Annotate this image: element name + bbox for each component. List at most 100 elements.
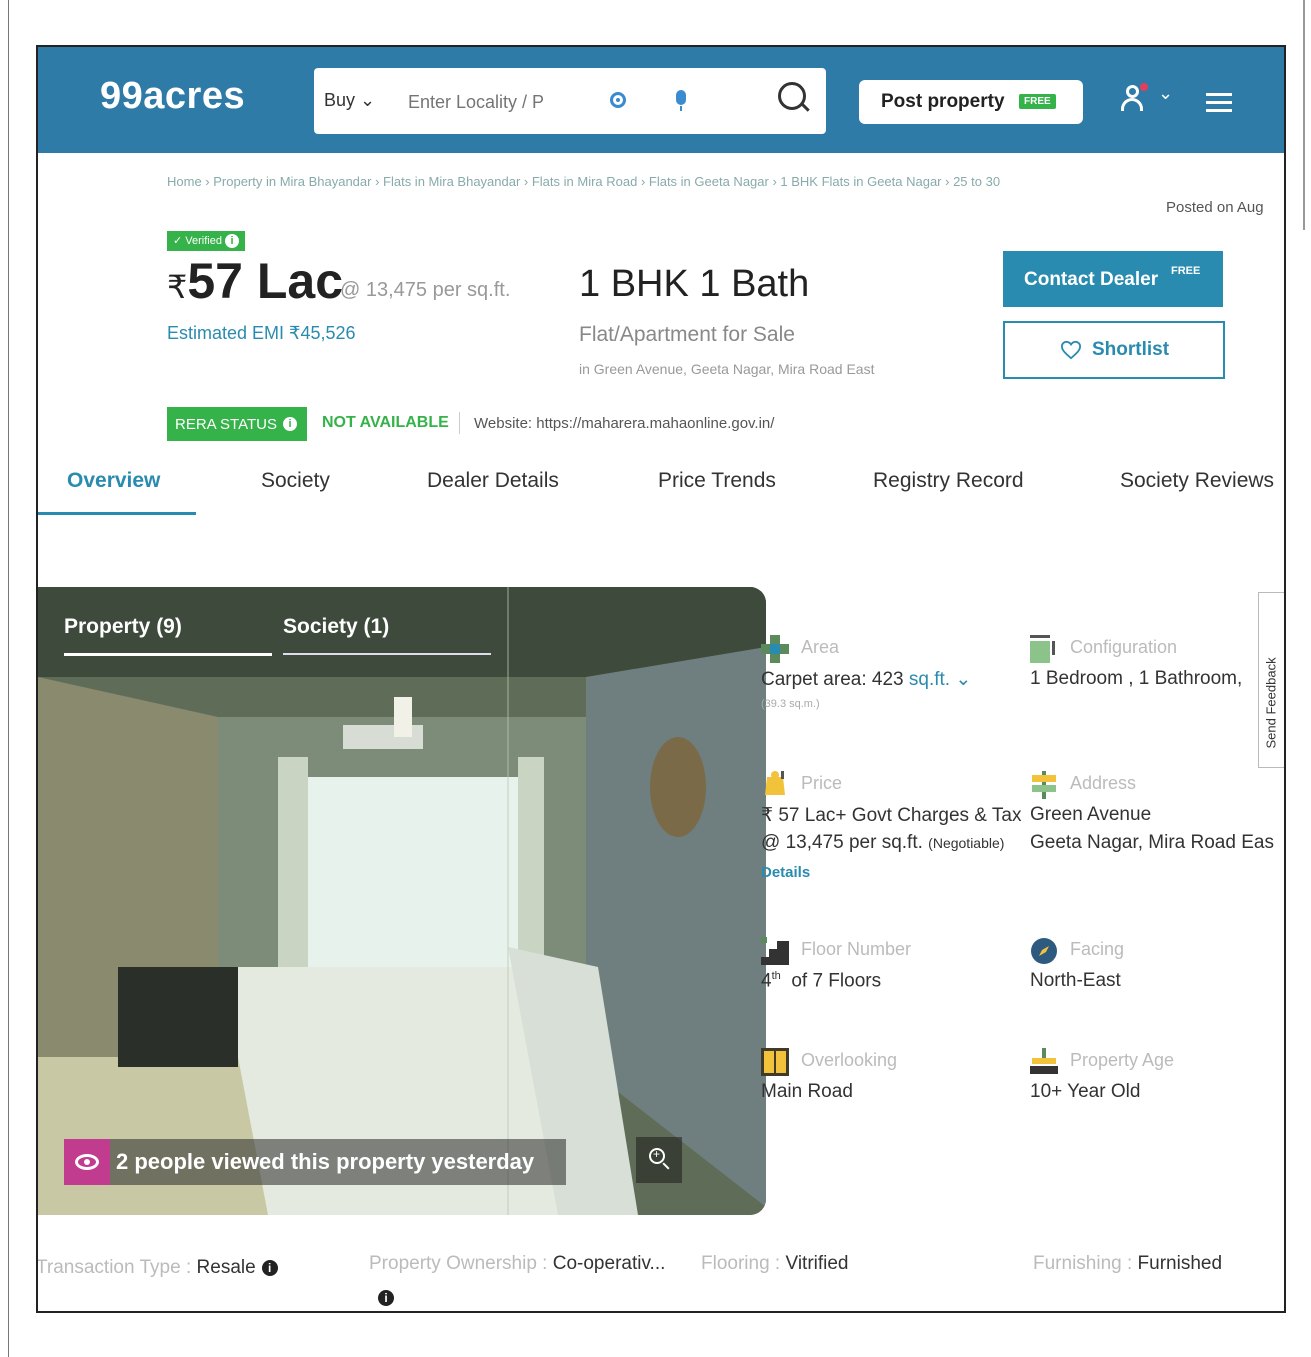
search-bar: Buy ⌄	[314, 68, 826, 134]
property-photo[interactable]	[38, 587, 766, 1215]
rera-status-badge: RERA STATUS i	[167, 407, 307, 441]
area-value: Carpet area: 423 sq.ft. ⌄	[761, 668, 971, 691]
views-text: 2 people viewed this property yesterday	[116, 1149, 535, 1174]
tab-registry-record[interactable]: Registry Record	[873, 469, 1024, 493]
floor-label: Floor Number	[801, 939, 912, 959]
price-per-sqft: @ 13,475 per sq.ft.	[340, 279, 511, 301]
shortlist-button[interactable]: Shortlist	[1003, 321, 1225, 379]
info-icon[interactable]: i	[283, 417, 297, 431]
rera-status-value: NOT AVAILABLE	[322, 414, 449, 431]
property-location: in Green Avenue, Geeta Nagar, Mira Road …	[579, 361, 875, 377]
carpet-area: Carpet area: 423	[761, 669, 904, 690]
price-label: Price	[801, 773, 843, 793]
property-type: Flat/Apartment for Sale	[579, 323, 795, 346]
divider	[459, 412, 460, 434]
transaction-type-label: Transaction Type :	[36, 1257, 197, 1278]
furnishing-value: Furnished	[1137, 1253, 1223, 1274]
gallery-active-tab-indicator	[64, 653, 272, 656]
price-value: 57 Lac	[187, 253, 344, 309]
photo-gallery[interactable]: Property (9) Society (1) 2 people viewed…	[38, 587, 766, 1215]
hamburger-menu-icon[interactable]	[1206, 93, 1232, 112]
unit-selector[interactable]: sq.ft. ⌄	[909, 669, 971, 690]
furnishing-label: Furnishing :	[1033, 1253, 1138, 1274]
property-ownership: Property Ownership : Co-operativ...	[369, 1253, 665, 1275]
tab-society[interactable]: Society	[261, 469, 330, 493]
info-icon[interactable]: i	[261, 1259, 278, 1276]
buy-label: Buy	[324, 90, 356, 110]
ownership-value: Co-operativ...	[552, 1253, 666, 1274]
facing-label: Facing	[1070, 939, 1125, 959]
building-age-icon	[1030, 1048, 1058, 1074]
window-icon	[761, 1048, 789, 1076]
search-icon[interactable]	[778, 82, 806, 110]
notification-dot	[1140, 83, 1148, 91]
free-label: FREE	[1171, 265, 1201, 277]
furnishing: Furnishing : Furnished	[1033, 1253, 1222, 1275]
tab-society-reviews[interactable]: Society Reviews	[1120, 469, 1274, 493]
free-badge: FREE	[1019, 94, 1056, 109]
configuration-value: 1 Bedroom , 1 Bathroom,	[1030, 668, 1243, 689]
microphone-icon[interactable]	[676, 90, 686, 111]
verified-label: ✓ Verified	[173, 235, 222, 247]
contact-dealer-button[interactable]: Contact Dealer FREE	[1003, 251, 1223, 307]
rupee-symbol: ₹	[167, 269, 188, 305]
screenshot-frame: 99acres Buy ⌄ Post property FREE ⌄ Home …	[36, 45, 1286, 1313]
feedback-label: Send Feedback	[1263, 657, 1279, 749]
flooring-value: Vitrified	[785, 1253, 849, 1274]
tab-overview[interactable]: Overview	[67, 469, 160, 493]
area-sqm: (39.3 sq.m.)	[761, 698, 820, 710]
property-age-value: 10+ Year Old	[1030, 1081, 1141, 1102]
estimated-emi-link[interactable]: Estimated EMI ₹45,526	[167, 323, 356, 344]
tab-price-trends[interactable]: Price Trends	[658, 469, 776, 493]
floor-value: 4th of 7 Floors	[761, 970, 882, 992]
area-icon	[761, 635, 789, 663]
gallery-tab-property[interactable]: Property (9)	[64, 615, 182, 639]
page-edge-line	[8, 0, 9, 1357]
configuration-label: Configuration	[1070, 637, 1178, 657]
overlooking-value: Main Road	[761, 1081, 853, 1102]
price-value: ₹ 57 Lac+ Govt Charges & Tax	[761, 805, 1022, 826]
search-input[interactable]	[406, 86, 600, 118]
flooring-label: Flooring :	[701, 1253, 786, 1274]
posted-date: Posted on Aug	[1166, 199, 1264, 216]
site-logo[interactable]: 99acres	[100, 75, 245, 118]
chevron-down-icon[interactable]: ⌄	[1158, 83, 1173, 104]
breadcrumb[interactable]: Home › Property in Mira Bhayandar › Flat…	[167, 174, 1000, 189]
shortlist-label: Shortlist	[1092, 339, 1170, 360]
floor-stairs-icon	[761, 937, 789, 965]
info-icon[interactable]: i	[225, 234, 240, 248]
gallery-tab-society[interactable]: Society (1)	[283, 615, 389, 639]
send-feedback-tab[interactable]: Send Feedback	[1258, 592, 1284, 768]
property-age-label: Property Age	[1070, 1050, 1175, 1070]
flooring: Flooring : Vitrified	[701, 1253, 849, 1275]
chevron-down-icon: ⌄	[360, 90, 376, 110]
configuration-title: 1 BHK 1 Bath	[579, 263, 810, 305]
listing-price: ₹57 Lac	[167, 252, 343, 310]
price-tag-icon	[765, 771, 785, 795]
buy-dropdown[interactable]: Buy ⌄	[324, 90, 375, 111]
post-property-button[interactable]: Post property FREE	[859, 80, 1083, 124]
heart-icon	[1060, 340, 1082, 360]
post-property-label: Post property	[881, 91, 1005, 112]
contact-dealer-label: Contact Dealer	[1024, 269, 1159, 290]
location-target-icon[interactable]	[610, 92, 626, 108]
ownership-label: Property Ownership :	[369, 1253, 553, 1274]
area-label: Area	[801, 637, 840, 657]
transaction-type-value: Resale	[196, 1257, 256, 1278]
price-details-link[interactable]: Details	[761, 864, 810, 881]
active-tab-indicator	[38, 512, 196, 515]
compass-icon	[1031, 938, 1057, 964]
info-icon[interactable]: i	[378, 1290, 394, 1306]
verified-badge: ✓ Verified i	[167, 231, 246, 251]
overlooking-label: Overlooking	[801, 1050, 898, 1070]
address-line-2: Geeta Nagar, Mira Road Eas	[1030, 832, 1274, 853]
page-edge-line-right	[1303, 0, 1305, 230]
address-line-1: Green Avenue	[1030, 804, 1152, 825]
transaction-type: Transaction Type : Resale i	[36, 1257, 278, 1279]
tab-dealer-details[interactable]: Dealer Details	[427, 469, 559, 493]
facing-value: North-East	[1030, 970, 1121, 991]
rera-website-link[interactable]: Website: https://maharera.mahaonline.gov…	[474, 415, 774, 432]
user-account-icon[interactable]	[1120, 83, 1148, 113]
gallery-tab-divider	[283, 653, 491, 655]
zoom-in-icon[interactable]	[636, 1137, 682, 1183]
